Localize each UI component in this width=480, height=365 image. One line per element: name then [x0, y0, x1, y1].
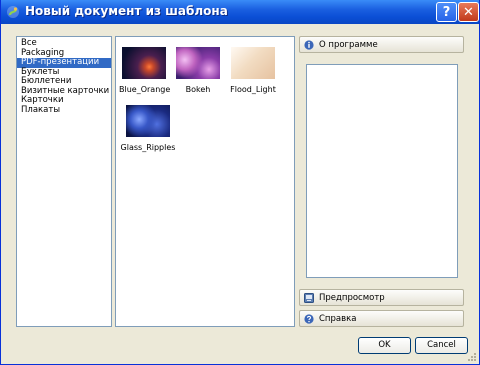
help-icon	[304, 314, 314, 324]
preview-area	[306, 64, 458, 278]
scribus-app-icon	[7, 6, 19, 18]
category-list[interactable]: Все Packaging PDF-презентации Буклеты Бю…	[16, 36, 112, 327]
resize-grip[interactable]	[467, 352, 477, 362]
preview-label: Предпросмотр	[319, 293, 385, 303]
template-bokeh[interactable]: Bokeh	[173, 47, 223, 94]
window-title: Новый документ из шаблона	[25, 4, 228, 18]
ok-button[interactable]: OK	[358, 337, 411, 354]
help-button[interactable]: Справка	[299, 310, 464, 327]
template-glass-ripples[interactable]: Glass_Ripples	[119, 105, 177, 152]
title-bar[interactable]: Новый документ из шаблона ? ✕	[1, 0, 479, 24]
close-button[interactable]: ✕	[458, 2, 479, 22]
template-thumbnail	[176, 47, 220, 79]
template-thumbnail	[122, 47, 166, 79]
about-label: О программе	[319, 40, 378, 50]
template-blue-orange[interactable]: Blue_Orange	[119, 47, 171, 94]
template-label: Flood_Light	[230, 85, 276, 94]
template-label: Glass_Ripples	[120, 143, 176, 152]
template-thumbnail	[231, 47, 275, 79]
about-button[interactable]: О программе	[299, 36, 464, 53]
preview-button[interactable]: Предпросмотр	[299, 289, 464, 306]
template-thumbnail	[126, 105, 170, 137]
template-label: Bokeh	[185, 85, 211, 94]
info-icon	[304, 40, 314, 50]
template-flood-light[interactable]: Flood_Light	[224, 47, 282, 94]
help-label: Справка	[319, 314, 357, 324]
help-icon: ?	[442, 4, 451, 20]
close-icon: ✕	[463, 4, 474, 20]
template-label: Blue_Orange	[119, 85, 171, 94]
cancel-button[interactable]: Cancel	[415, 337, 468, 354]
preview-icon	[304, 293, 314, 303]
category-item-posters[interactable]: Плакаты	[17, 105, 111, 116]
help-title-button[interactable]: ?	[436, 2, 457, 22]
new-from-template-dialog: Новый документ из шаблона ? ✕ Все Packag…	[0, 0, 480, 365]
template-gallery: Blue_Orange Bokeh Flood_Light Glass_Ripp…	[115, 36, 295, 327]
